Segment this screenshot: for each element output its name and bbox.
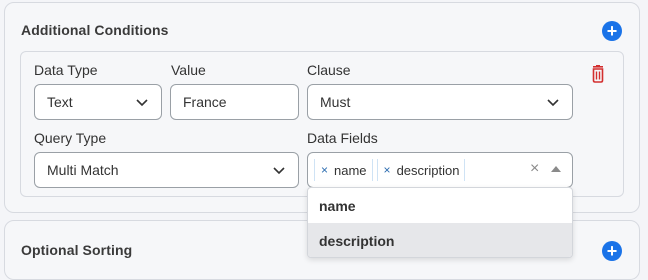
clear-selection-icon[interactable]: × (530, 160, 539, 178)
chevron-down-icon (273, 167, 285, 175)
query-type-label: Query Type (34, 130, 107, 146)
value-label: Value (171, 62, 206, 78)
chevron-down-icon (547, 99, 559, 107)
optional-sorting-title: Optional Sorting (21, 242, 133, 258)
data-type-label: Data Type (34, 62, 98, 78)
remove-chip-icon[interactable]: × (378, 163, 397, 177)
data-type-select[interactable]: Text (34, 84, 162, 120)
clause-value: Must (320, 94, 351, 110)
data-fields-dropdown-menu: name description (307, 187, 573, 258)
chip-name: × name (314, 159, 373, 181)
trash-icon[interactable] (590, 65, 606, 83)
value-input-text: France (183, 94, 227, 110)
additional-conditions-title: Additional Conditions (21, 22, 169, 38)
chevron-down-icon (136, 99, 148, 107)
chip-label: name (334, 162, 367, 178)
value-input[interactable]: France (170, 84, 299, 120)
plus-icon: + (606, 241, 618, 261)
data-type-value: Text (47, 94, 73, 110)
clause-select[interactable]: Must (307, 84, 573, 120)
clause-label: Clause (307, 62, 351, 78)
data-fields-label: Data Fields (307, 130, 378, 146)
query-type-value: Multi Match (47, 162, 119, 178)
chip-description: × description (376, 159, 466, 181)
query-type-select[interactable]: Multi Match (34, 152, 299, 188)
plus-icon: + (606, 21, 618, 41)
menu-option-description[interactable]: description (308, 223, 572, 257)
menu-option-name[interactable]: name (308, 188, 572, 223)
remove-chip-icon[interactable]: × (315, 163, 334, 177)
caret-up-icon[interactable] (551, 166, 561, 172)
add-condition-button[interactable]: + (602, 21, 622, 41)
add-sorting-button[interactable]: + (602, 241, 622, 261)
chip-label: description (396, 162, 460, 178)
